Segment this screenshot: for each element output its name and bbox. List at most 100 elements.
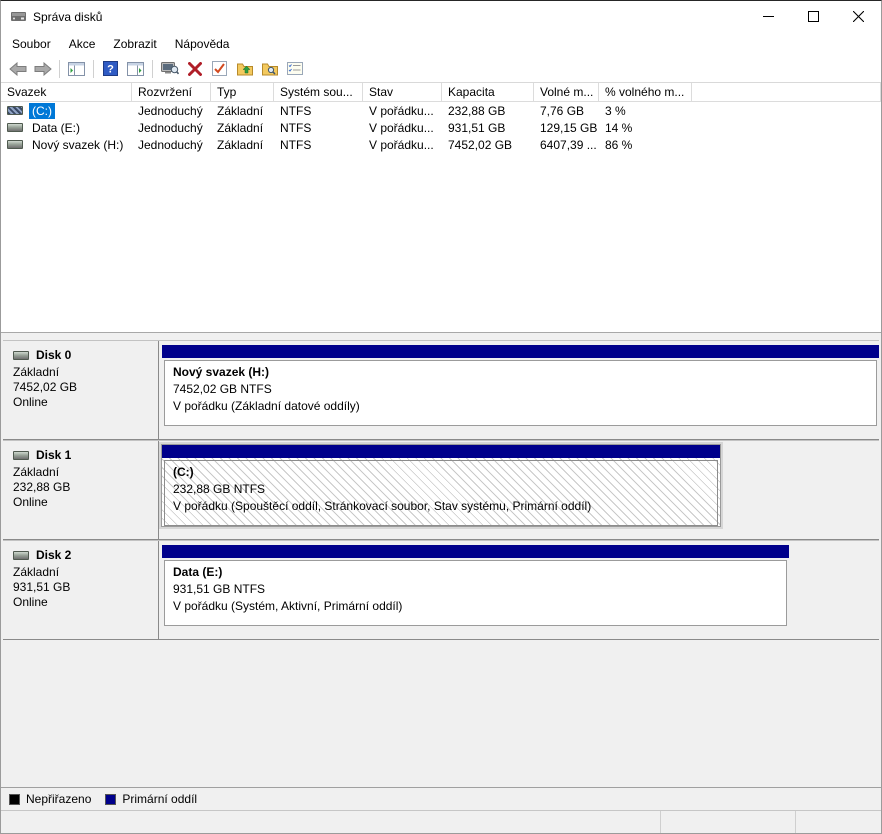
- column-header-typ[interactable]: Typ: [211, 83, 274, 101]
- disk0-header[interactable]: Disk 0 Základní 7452,02 GB Online: [3, 341, 159, 439]
- graphical-view: Disk 0 Základní 7452,02 GB Online Nový s…: [1, 337, 881, 787]
- properties-button[interactable]: [283, 58, 306, 80]
- disk-row-0: Disk 0 Základní 7452,02 GB Online Nový s…: [3, 340, 879, 440]
- disk-row-2: Disk 2 Základní 931,51 GB Online Data (E…: [3, 540, 879, 640]
- folder-search-icon: [262, 62, 278, 76]
- disk-row-1: Disk 1 Základní 232,88 GB Online (C:) 23…: [3, 440, 879, 540]
- legend-unallocated: Nepřiřazeno: [9, 792, 91, 806]
- volume-capacity: 931,51 GB: [442, 121, 534, 135]
- volume-name[interactable]: Nový svazek (H:): [29, 137, 126, 153]
- open-folder-button[interactable]: [233, 58, 256, 80]
- disk1-header[interactable]: Disk 1 Základní 232,88 GB Online: [3, 441, 159, 539]
- volume-type: Základní: [211, 121, 274, 135]
- volume-free-pct: 86 %: [599, 138, 692, 152]
- volume-name: (C:): [173, 464, 709, 481]
- volume-capacity: 232,88 GB: [442, 104, 534, 118]
- volume-layout: Jednoduchý: [132, 138, 211, 152]
- rescan-disks-button[interactable]: [158, 58, 181, 80]
- volume-layout: Jednoduchý: [132, 121, 211, 135]
- disk-label: Disk 2: [36, 548, 71, 562]
- volume-status: V pořádku (Základní datové oddíly): [173, 398, 868, 415]
- minimize-button[interactable]: [746, 1, 791, 32]
- volume-row-c[interactable]: (C:) Jednoduchý Základní NTFS V pořádku.…: [1, 102, 881, 119]
- delete-icon: [188, 62, 202, 76]
- volume-name-cell[interactable]: Data (E:): [1, 120, 132, 136]
- rescan-disks-icon: [161, 61, 179, 76]
- forward-icon: [34, 62, 52, 76]
- volume-h[interactable]: Nový svazek (H:) 7452,02 GB NTFS V pořád…: [162, 345, 879, 426]
- column-header-svazek[interactable]: Svazek: [1, 83, 132, 101]
- volume-fs: NTFS: [274, 104, 363, 118]
- volume-status: V pořádku...: [363, 104, 442, 118]
- volume-list-header: Svazek Rozvržení Typ Systém sou... Stav …: [1, 83, 881, 102]
- volume-fs: NTFS: [274, 121, 363, 135]
- app-icon: [10, 8, 27, 25]
- disk-size: 232,88 GB: [13, 480, 152, 495]
- status-section-main: [1, 811, 661, 833]
- forward-button[interactable]: [31, 58, 54, 80]
- show-action-pane-button[interactable]: [124, 58, 147, 80]
- primary-partition-bar: [162, 345, 879, 358]
- column-header-procento[interactable]: % volného m...: [599, 83, 692, 101]
- explore-folder-button[interactable]: [258, 58, 281, 80]
- volume-c-selected[interactable]: (C:) 232,88 GB NTFS V pořádku (Spouštěcí…: [162, 445, 720, 526]
- column-header-stav[interactable]: Stav: [363, 83, 442, 101]
- disk-icon: [13, 551, 29, 560]
- mark-partition-active-button[interactable]: [208, 58, 231, 80]
- primary-partition-bar: [162, 545, 789, 558]
- close-button[interactable]: [836, 1, 881, 32]
- volume-capacity: 7452,02 GB: [442, 138, 534, 152]
- show-console-tree-button[interactable]: [65, 58, 88, 80]
- volume-free-pct: 3 %: [599, 104, 692, 118]
- volume-size-fs: 931,51 GB NTFS: [173, 581, 778, 598]
- window-title: Správa disků: [33, 10, 102, 24]
- toolbar: ?: [1, 55, 881, 83]
- menu-akce[interactable]: Akce: [60, 34, 105, 54]
- maximize-button[interactable]: [791, 1, 836, 32]
- disk0-volume-zone: Nový svazek (H:) 7452,02 GB NTFS V pořád…: [159, 341, 879, 439]
- menu-soubor[interactable]: Soubor: [3, 34, 60, 54]
- volume-row-e[interactable]: Data (E:) Jednoduchý Základní NTFS V poř…: [1, 119, 881, 136]
- volume-name[interactable]: (C:): [29, 103, 55, 119]
- column-header-system[interactable]: Systém sou...: [274, 83, 363, 101]
- volume-status: V pořádku...: [363, 138, 442, 152]
- disk2-volume-zone: Data (E:) 931,51 GB NTFS V pořádku (Syst…: [159, 541, 879, 639]
- disk-status: Online: [13, 495, 152, 510]
- volume-name-cell[interactable]: Nový svazek (H:): [1, 137, 132, 153]
- disk-label: Disk 1: [36, 448, 71, 462]
- volume-layout: Jednoduchý: [132, 104, 211, 118]
- volume-e[interactable]: Data (E:) 931,51 GB NTFS V pořádku (Syst…: [162, 545, 789, 626]
- column-header-volne[interactable]: Volné m...: [534, 83, 599, 101]
- volume-name: Data (E:): [173, 564, 778, 581]
- primary-partition-swatch: [105, 794, 116, 805]
- disk-icon: [13, 451, 29, 460]
- title-bar: Správa disků: [1, 1, 881, 32]
- disk-management-window: Správa disků Soubor Akce Zobrazit Nápově…: [0, 0, 882, 834]
- disk1-volume-zone: (C:) 232,88 GB NTFS V pořádku (Spouštěcí…: [159, 441, 879, 539]
- svg-text:?: ?: [107, 64, 114, 76]
- legend-bar: Nepřiřazeno Primární oddíl: [1, 787, 881, 811]
- disk-size: 7452,02 GB: [13, 380, 152, 395]
- disk2-header[interactable]: Disk 2 Základní 931,51 GB Online: [3, 541, 159, 639]
- column-header-kapacita[interactable]: Kapacita: [442, 83, 534, 101]
- status-bar: [1, 811, 881, 833]
- volume-name-cell[interactable]: (C:): [1, 103, 132, 119]
- help-icon: ?: [103, 61, 118, 76]
- menu-zobrazit[interactable]: Zobrazit: [104, 34, 165, 54]
- properties-icon: [287, 62, 303, 75]
- volume-name[interactable]: Data (E:): [29, 120, 83, 136]
- back-button[interactable]: [6, 58, 29, 80]
- volume-free-pct: 14 %: [599, 121, 692, 135]
- volume-type: Základní: [211, 138, 274, 152]
- help-button[interactable]: ?: [99, 58, 122, 80]
- legend-label: Primární oddíl: [122, 792, 197, 806]
- delete-volume-button[interactable]: [183, 58, 206, 80]
- menu-napoveda[interactable]: Nápověda: [166, 34, 239, 54]
- column-header-rozvrzeni[interactable]: Rozvržení: [132, 83, 211, 101]
- disk-status: Online: [13, 595, 152, 610]
- volume-status: V pořádku (Systém, Aktivní, Primární odd…: [173, 598, 778, 615]
- volume-size-fs: 7452,02 GB NTFS: [173, 381, 868, 398]
- volume-row-h[interactable]: Nový svazek (H:) Jednoduchý Základní NTF…: [1, 136, 881, 153]
- volume-info-box: Data (E:) 931,51 GB NTFS V pořádku (Syst…: [164, 560, 787, 626]
- volume-info-box: Nový svazek (H:) 7452,02 GB NTFS V pořád…: [164, 360, 877, 426]
